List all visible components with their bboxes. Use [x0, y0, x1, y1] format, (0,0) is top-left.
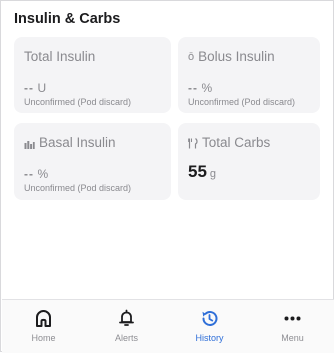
bolus-insulin-unit: %: [201, 81, 213, 95]
basal-insulin-title-text: Basal Insulin: [39, 135, 116, 150]
tab-menu[interactable]: Menu: [251, 300, 334, 353]
total-insulin-unit: U: [37, 81, 47, 95]
total-carbs-card: Total Carbs 55 g: [178, 123, 320, 200]
section-title: Insulin & Carbs: [14, 11, 121, 27]
tab-menu-label: Menu: [281, 333, 304, 343]
total-insulin-value: -- U: [24, 81, 46, 95]
basal-insulin-unit: %: [37, 167, 49, 181]
bottom-tab-bar: Home Alerts History Menu: [2, 299, 334, 353]
total-carbs-title: Total Carbs: [187, 135, 271, 150]
tab-alerts[interactable]: Alerts: [85, 300, 168, 353]
basal-icon: [24, 138, 35, 149]
more-icon: [283, 309, 302, 328]
total-insulin-title: Total Insulin: [24, 49, 95, 64]
total-insulin-title-text: Total Insulin: [24, 49, 96, 64]
total-insulin-card: Total Insulin -- U Unconfirmed (Pod disc…: [14, 37, 171, 113]
total-carbs-value: 55 g: [188, 162, 216, 182]
bolus-insulin-title-text: Bolus Insulin: [198, 49, 275, 64]
basal-insulin-title: Basal Insulin: [24, 135, 116, 150]
total-insulin-subtitle: Unconfirmed (Pod discard): [24, 97, 132, 107]
bolus-insulin-dashes: --: [188, 81, 198, 95]
total-carbs-unit: g: [209, 168, 217, 180]
bell-icon: [117, 309, 136, 328]
tab-alerts-label: Alerts: [114, 333, 138, 343]
basal-insulin-dashes: --: [24, 167, 34, 181]
bolus-insulin-subtitle: Unconfirmed (Pod discard): [188, 97, 296, 107]
basal-insulin-value: -- %: [24, 167, 48, 181]
tab-home[interactable]: Home: [2, 300, 85, 353]
basal-insulin-card: Basal Insulin -- % Unconfirmed (Pod disc…: [14, 123, 171, 200]
home-icon: [34, 309, 53, 328]
history-icon: [200, 309, 219, 328]
total-carbs-number: 55: [188, 162, 207, 181]
tab-history[interactable]: History: [168, 300, 251, 353]
tab-home-label: Home: [31, 333, 56, 343]
basal-insulin-subtitle: Unconfirmed (Pod discard): [24, 183, 132, 193]
total-insulin-dashes: --: [24, 81, 34, 95]
total-carbs-title-text: Total Carbs: [202, 135, 271, 150]
app-frame: Insulin & Carbs Total Insulin -- U Uncon…: [0, 0, 334, 353]
bolus-icon: ō: [188, 50, 195, 63]
bolus-insulin-card: ō Bolus Insulin -- % Unconfirmed (Pod di…: [178, 37, 320, 113]
bolus-insulin-title: ō Bolus Insulin: [188, 49, 275, 64]
fork-knife-icon: [187, 137, 198, 149]
bolus-insulin-value: -- %: [188, 81, 212, 95]
tab-history-label: History: [195, 333, 224, 343]
